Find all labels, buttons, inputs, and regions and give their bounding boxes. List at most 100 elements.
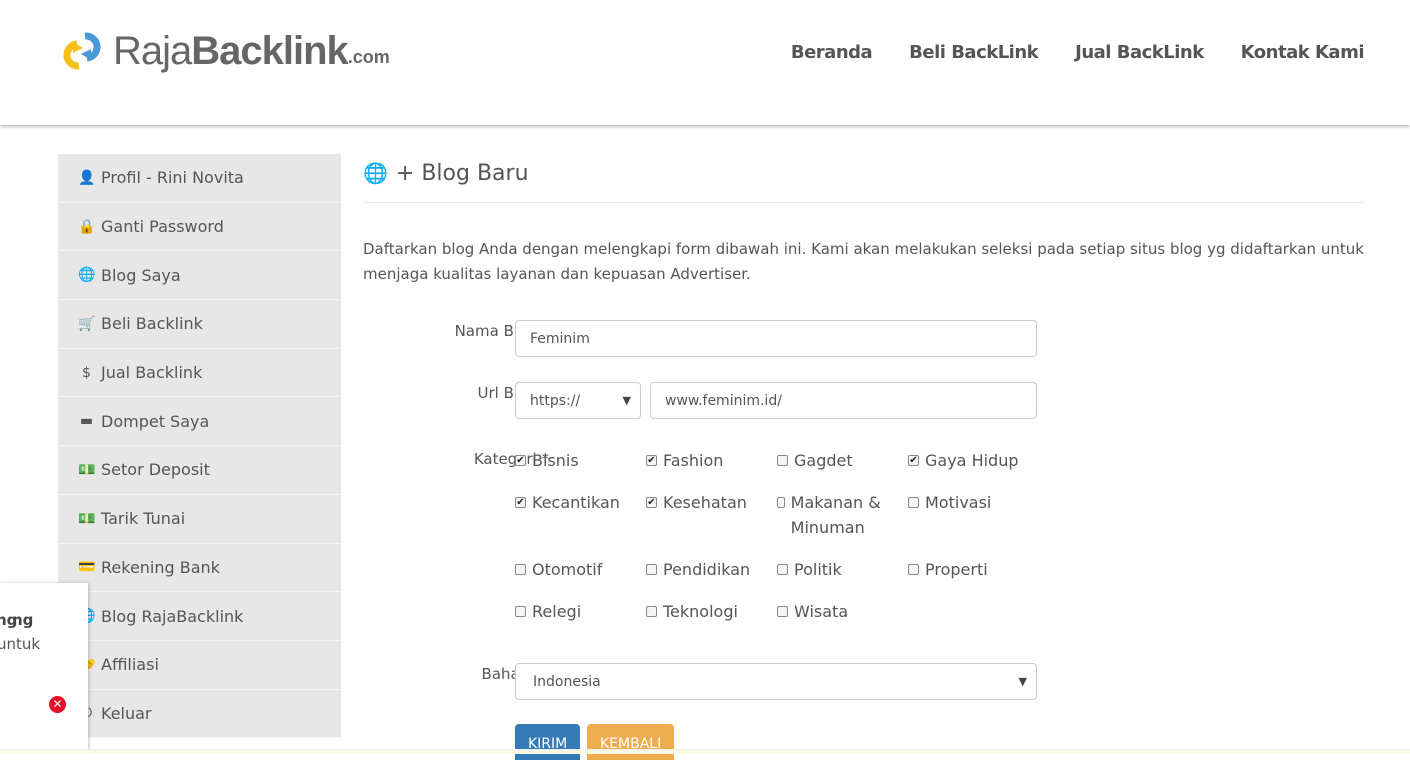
sidebar-item-label: Beli Backlink	[101, 314, 203, 334]
logo-text-bold: Backlink	[191, 28, 349, 73]
bahasa-value: Indonesia	[533, 673, 601, 690]
kirim-button[interactable]: KIRIM	[515, 724, 581, 760]
logo-text: Raja	[113, 28, 192, 73]
kategori-checkbox-makanan-minuman[interactable]: Makanan & Minuman	[777, 490, 897, 540]
page-title-text: + Blog Baru	[395, 160, 529, 186]
protocol-value: https://	[530, 392, 581, 409]
kategori-checkbox-teknologi[interactable]: Teknologi	[646, 599, 771, 624]
kategori-checkbox-bisnis[interactable]: ✔ Bisnis	[515, 448, 640, 473]
checkbox-label: Kesehatan	[663, 493, 747, 512]
sidebar-item-beli-backlink[interactable]: 🛒 Beli Backlink	[58, 300, 341, 349]
checkbox[interactable]	[908, 497, 919, 508]
sidebar-item-blog-rajabacklink[interactable]: 🌐Blog RajaBacklink	[58, 592, 341, 641]
checkbox-label: Kecantikan	[532, 493, 620, 512]
kategori-checkbox-gagdet[interactable]: Gagdet	[777, 448, 897, 473]
sidebar-item-rekening-bank[interactable]: 💳 Rekening Bank	[58, 544, 341, 593]
checkbox[interactable]	[908, 564, 919, 575]
sidebar-item-dompet-saya[interactable]: ▬ Dompet Saya	[58, 397, 341, 447]
main-content: 🌐 + Blog Baru Daftarkan blog Anda dengan…	[363, 154, 1365, 287]
checkbox[interactable]	[777, 497, 785, 508]
sidebar-item-tarik-tunai[interactable]: 💵 Tarik Tunai	[58, 495, 341, 544]
checkbox-label: Makanan & Minuman	[790, 493, 881, 537]
toast-title-text: ng	[0, 611, 18, 629]
main-nav: Beranda Beli BackLink Jual BackLink Kont…	[791, 42, 1365, 63]
kategori-checkbox-pendidikan[interactable]: Pendidikan	[646, 557, 771, 582]
bahasa-select[interactable]: Indonesia ▼	[515, 663, 1037, 700]
sidebar-item-label: Blog Saya	[101, 265, 181, 285]
nav-jual-backlink[interactable]: Jual BackLink	[1075, 42, 1204, 63]
checkbox-label: Gaya Hidup	[925, 451, 1019, 470]
sidebar-item-ganti-password[interactable]: 🔒 Ganti Password	[58, 203, 341, 252]
nav-beli-backlink[interactable]: Beli BackLink	[909, 42, 1038, 63]
sidebar-item-label: Dompet Saya	[101, 411, 210, 431]
notification-toast: ng ng untuk ✕	[0, 583, 88, 750]
kembali-button[interactable]: KEMBALI	[587, 724, 675, 760]
sidebar-item-label: Setor Deposit	[101, 460, 210, 480]
checkbox-label: Politik	[794, 560, 842, 579]
checkbox[interactable]: ✔	[515, 455, 526, 466]
sidebar-item-label: Profil - Rini Novita	[101, 168, 244, 188]
checkbox[interactable]	[646, 606, 657, 617]
sidebar-item-label: Ganti Password	[101, 217, 224, 237]
globe-icon: 🌐	[363, 161, 388, 185]
sidebar: 👤 Profil - Rini Novita 🔒 Ganti Password 🌐 Blo…	[58, 154, 341, 739]
kategori-checkbox-properti[interactable]: Properti	[908, 557, 1033, 582]
checkbox[interactable]	[515, 564, 526, 575]
cart-icon: 🛒	[78, 315, 96, 332]
checkbox-label: Motivasi	[925, 493, 992, 512]
nav-beranda[interactable]: Beranda	[791, 42, 873, 63]
sidebar-item-label: Keluar	[101, 703, 152, 723]
intro-text: Daftarkan blog Anda dengan melengkapi fo…	[363, 240, 1364, 283]
money-icon: 💵	[78, 510, 96, 527]
kategori-checkbox-wisata[interactable]: Wisata	[777, 599, 897, 624]
toast-message: untuk	[0, 635, 41, 653]
checkbox[interactable]	[777, 455, 788, 466]
checkbox[interactable]: ✔	[908, 455, 919, 466]
nav-kontak-kami[interactable]: Kontak Kami	[1241, 42, 1365, 63]
sidebar-item-setor-deposit[interactable]: 💵 Setor Deposit	[58, 446, 341, 495]
sidebar-item-label: Blog RajaBacklink	[101, 606, 244, 626]
nama-blog-value: Feminim	[530, 330, 590, 347]
chevron-down-icon: ▼	[1018, 675, 1027, 688]
kategori-checkbox-politik[interactable]: Politik	[777, 557, 897, 582]
checkbox[interactable]	[646, 564, 657, 575]
checkbox-label: Wisata	[794, 602, 849, 621]
sidebar-item-label: Jual Backlink	[101, 363, 203, 383]
nama-blog-input[interactable]: Feminim	[515, 320, 1037, 357]
checkbox[interactable]: ✔	[646, 497, 657, 508]
logo[interactable]: Raja Backlink .com	[57, 28, 390, 74]
sidebar-item-profil-rini-novita[interactable]: 👤 Profil - Rini Novita	[58, 154, 341, 203]
header: Raja Backlink .com Beranda Beli BackLink J…	[0, 0, 1410, 125]
checkbox[interactable]	[515, 606, 526, 617]
checkbox-label: Relegi	[532, 602, 582, 621]
checkbox-label: Gagdet	[794, 451, 853, 470]
checkbox-label: Bisnis	[532, 451, 579, 470]
sidebar-item-blog-saya[interactable]: 🌐 Blog Saya	[58, 251, 341, 301]
sidebar-item-label: Rekening Bank	[101, 557, 220, 577]
kategori-checkbox-relegi[interactable]: Relegi	[515, 599, 640, 624]
kategori-checkbox-kecantikan[interactable]: ✔ Kecantikan	[515, 490, 640, 515]
url-blog-input[interactable]: www.feminim.id/	[650, 382, 1037, 419]
chevron-down-icon: ▼	[622, 394, 631, 407]
sidebar-item-label: Tarik Tunai	[101, 509, 186, 529]
checkbox[interactable]: ✔	[515, 497, 526, 508]
protocol-select[interactable]: https:// ▼	[515, 382, 641, 419]
kategori-checkbox-kesehatan[interactable]: ✔ Kesehatan	[646, 490, 771, 515]
sidebar-item-affiliasi[interactable]: 🤝Affiliasi	[58, 641, 341, 690]
logo-text-com: .com	[347, 47, 390, 67]
sidebar-item-keluar[interactable]: ⏻Keluar	[58, 690, 341, 739]
checkbox[interactable]	[777, 606, 788, 617]
kategori-checkbox-fashion[interactable]: ✔ Fashion	[646, 448, 771, 473]
bottom-bar	[0, 749, 1410, 754]
checkbox-label: Pendidikan	[663, 560, 751, 579]
sidebar-item-jual-backlink[interactable]: $ Jual Backlink	[58, 349, 341, 398]
user-lock-icon: 🔒	[78, 218, 96, 235]
kategori-checkbox-gaya-hidup[interactable]: ✔ Gaya Hidup	[908, 448, 1033, 473]
checkbox[interactable]: ✔	[646, 455, 657, 466]
checkbox[interactable]	[777, 564, 788, 575]
money-icon: 💵	[78, 461, 96, 478]
kategori-checkbox-otomotif[interactable]: Otomotif	[515, 557, 640, 582]
kategori-checkbox-motivasi[interactable]: Motivasi	[908, 490, 1033, 515]
close-icon[interactable]: ✕	[49, 696, 66, 713]
wallet-icon: ▬	[79, 413, 94, 430]
